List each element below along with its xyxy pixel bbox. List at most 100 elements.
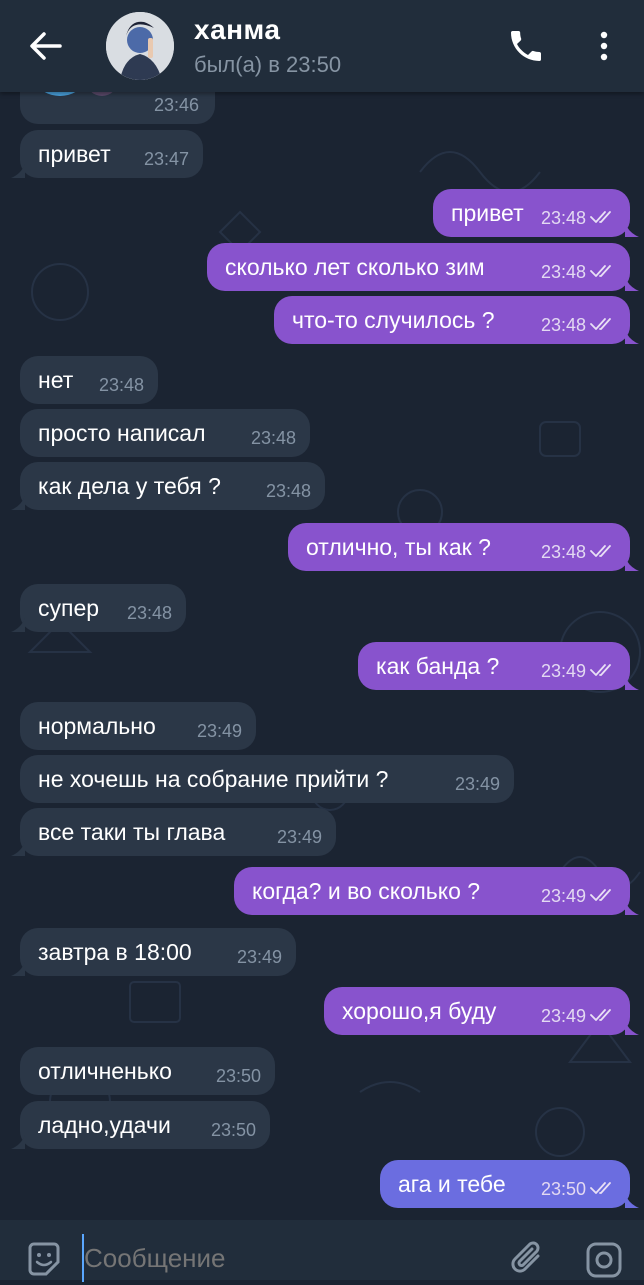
message-time: 23:48 (250, 428, 296, 448)
read-checkmarks-icon (590, 664, 611, 676)
message-text: привет (451, 200, 524, 226)
bubble-tail (625, 901, 639, 915)
bubble-tail (625, 277, 639, 291)
message-text: просто написал (38, 420, 206, 446)
emoji-sticker-button[interactable] (24, 1240, 64, 1280)
message-input[interactable] (82, 1234, 466, 1282)
phone-icon (511, 31, 541, 61)
message-time: 23:48 (540, 262, 586, 282)
read-checkmarks-icon (590, 1182, 611, 1194)
outgoing-message[interactable]: сколько лет сколько зим 23:48 (207, 243, 639, 291)
message-text: не хочешь на собрание прийти ? (38, 766, 389, 792)
incoming-message[interactable]: привет 23:47 (11, 130, 203, 178)
read-checkmarks-icon (590, 211, 611, 223)
message-text: отлично, ты как ? (306, 534, 491, 560)
incoming-message[interactable]: нет 23:48 (20, 356, 158, 404)
incoming-message[interactable]: супер 23:48 (11, 584, 186, 632)
message-text: ага и тебе (398, 1171, 506, 1197)
message-text: сколько лет сколько зим (225, 254, 485, 280)
bubble-tail (11, 618, 25, 632)
read-checkmarks-icon (590, 1009, 611, 1021)
message-time: 23:49 (276, 827, 322, 847)
message-text: что-то случилось ? (292, 307, 495, 333)
incoming-message[interactable]: завтра в 18:00 23:49 (11, 928, 296, 976)
message-time: 23:48 (540, 542, 586, 562)
incoming-message[interactable]: не хочешь на собрание прийти ? 23:49 (20, 755, 514, 803)
more-menu-button[interactable] (588, 26, 620, 66)
message-input-bar (0, 1220, 644, 1282)
avatar-image (106, 12, 174, 80)
incoming-message[interactable]: все таки ты глава 23:49 (11, 808, 336, 856)
message-time: 23:49 (540, 886, 586, 906)
message-time: 23:50 (215, 1066, 261, 1086)
bubble-tail (11, 496, 25, 510)
message-text: завтра в 18:00 (38, 939, 192, 965)
message-time: 23:49 (236, 947, 282, 967)
incoming-message[interactable]: как дела у тебя ? 23:48 (11, 462, 325, 510)
message-time: 23:48 (98, 375, 144, 395)
outgoing-message[interactable]: как банда ? 23:49 (358, 642, 639, 690)
bubble-tail (625, 557, 639, 571)
message-time: 23:49 (454, 774, 500, 794)
bubble-tail (625, 223, 639, 237)
outgoing-message[interactable]: ага и тебе 23:50 (380, 1160, 639, 1208)
more-vertical-icon (600, 31, 608, 61)
message-time: 23:48 (265, 481, 311, 501)
message-time: 23:46 (153, 95, 199, 115)
paperclip-icon (511, 1241, 540, 1273)
read-checkmarks-icon (590, 318, 611, 330)
camera-button[interactable] (582, 1236, 626, 1280)
outgoing-message[interactable]: хорошо,я буду 23:49 (324, 987, 639, 1035)
read-checkmarks-icon (590, 545, 611, 557)
message-time: 23:49 (196, 721, 242, 741)
message-text: ладно,удачи (38, 1112, 171, 1138)
bubble-tail (625, 330, 639, 344)
message-time: 23:50 (540, 1179, 586, 1199)
message-text: нет (38, 367, 74, 393)
incoming-message[interactable]: отличненько 23:50 (20, 1047, 275, 1095)
back-button[interactable] (20, 26, 70, 66)
message-text: как дела у тебя ? (38, 473, 221, 499)
message-time: 23:49 (540, 661, 586, 681)
message-time: 23:48 (126, 603, 172, 623)
bubble-tail (625, 1194, 639, 1208)
message-text: все таки ты глава (38, 819, 226, 845)
message-time: 23:48 (540, 208, 586, 228)
incoming-message[interactable]: нормально 23:49 (20, 702, 256, 750)
message-time: 23:48 (540, 315, 586, 335)
message-time: 23:50 (210, 1120, 256, 1140)
message-text: когда? и во сколько ? (252, 878, 481, 904)
read-checkmarks-icon (590, 889, 611, 901)
message-text: хорошо,я буду (342, 998, 497, 1024)
message-text: как банда ? (376, 653, 500, 679)
chat-header: ханма был(а) в 23:50 (0, 0, 644, 92)
message-text: нормально (38, 713, 156, 739)
bubble-tail (11, 962, 25, 976)
bubble-tail (11, 1135, 25, 1149)
incoming-message[interactable]: ладно,удачи 23:50 (11, 1101, 270, 1149)
bubble-tail (11, 842, 25, 856)
message-text: супер (38, 595, 100, 621)
outgoing-message[interactable]: привет 23:48 (433, 189, 639, 237)
outgoing-message[interactable]: отлично, ты как ? 23:48 (288, 523, 639, 571)
call-button[interactable] (506, 26, 546, 66)
read-checkmarks-icon (590, 265, 611, 277)
contact-name[interactable]: ханма (194, 14, 280, 46)
bubble-tail (625, 676, 639, 690)
bubble-tail (11, 164, 25, 178)
outgoing-message[interactable]: что-то случилось ? 23:48 (274, 296, 639, 344)
message-text: привет (38, 141, 111, 167)
message-text: отличненько (38, 1058, 172, 1084)
message-list[interactable]: 23:46 привет 23:47 привет 23:48 сколько … (0, 72, 644, 1220)
message-time: 23:49 (540, 1006, 586, 1026)
camera-icon (586, 1242, 622, 1278)
last-seen-status: был(а) в 23:50 (194, 52, 342, 77)
sticker-icon (28, 1242, 60, 1276)
avatar[interactable] (106, 12, 174, 80)
outgoing-message[interactable]: когда? и во сколько ? 23:49 (234, 867, 639, 915)
message-time: 23:47 (143, 149, 189, 169)
bubble-tail (625, 1021, 639, 1035)
incoming-message[interactable]: просто написал 23:48 (20, 409, 310, 457)
attach-button[interactable] (506, 1236, 550, 1280)
arrow-left-icon (30, 32, 62, 60)
